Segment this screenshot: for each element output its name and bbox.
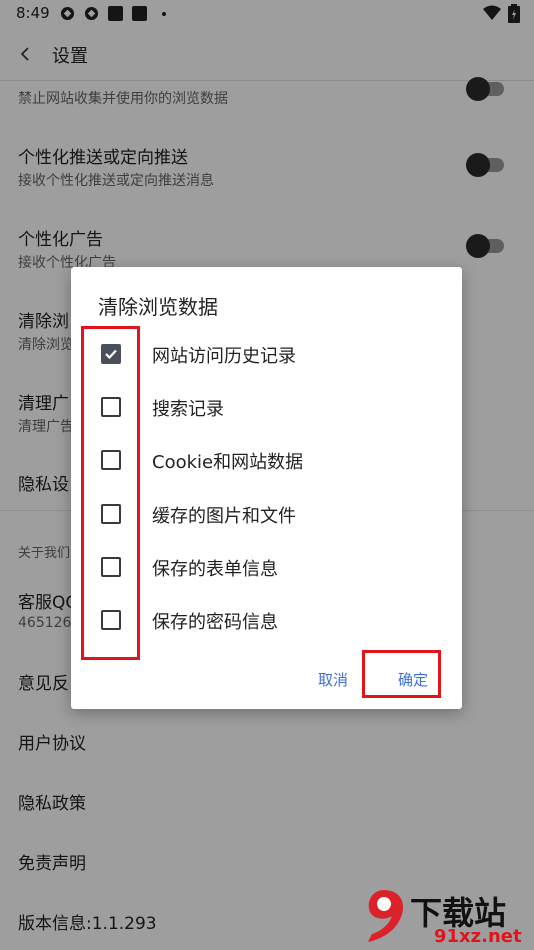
option-label: 搜索记录	[152, 399, 224, 420]
option-label: 保存的密码信息	[152, 612, 278, 633]
option-label: 保存的表单信息	[152, 559, 278, 580]
option-label: Cookie和网站数据	[152, 452, 304, 473]
watermark-logo: 下载站 91xz.net	[358, 880, 534, 950]
highlight-checkbox-column	[81, 326, 140, 660]
highlight-confirm-button	[362, 650, 441, 698]
watermark-url: 91xz.net	[434, 926, 522, 947]
watermark-mark-icon	[368, 890, 404, 942]
cancel-button[interactable]: 取消	[318, 669, 348, 690]
option-label: 缓存的图片和文件	[152, 506, 296, 527]
option-label: 网站访问历史记录	[152, 346, 296, 367]
dialog-title: 清除浏览数据	[98, 295, 218, 319]
